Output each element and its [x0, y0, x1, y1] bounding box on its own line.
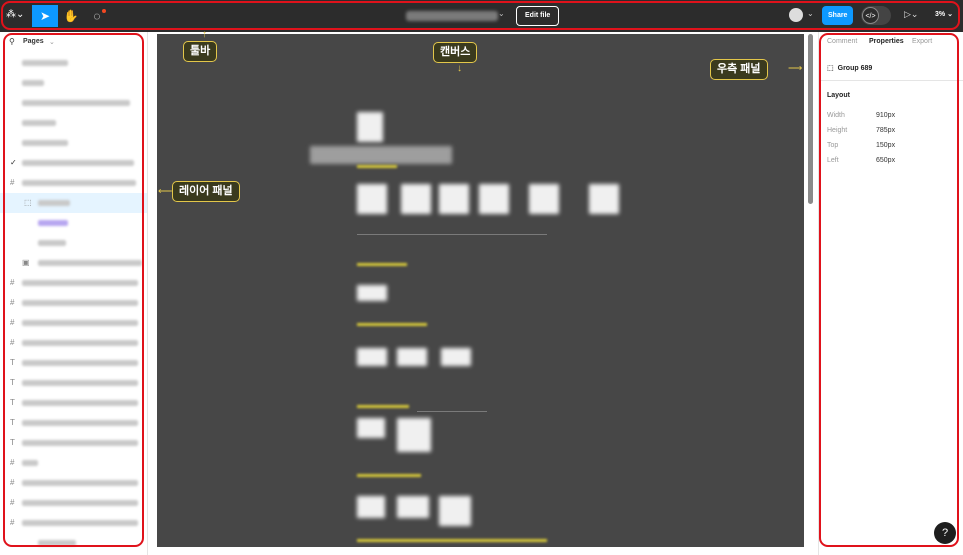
left-label: Left — [827, 157, 839, 164]
callout-toolbar: 툴바 — [183, 41, 218, 62]
layer-item[interactable]: T — [0, 413, 147, 433]
pages-header[interactable]: ⚲ Pages ⌄ — [0, 32, 147, 52]
layout-heading: Layout — [827, 92, 850, 99]
arrow-right-icon: ⟶ — [788, 63, 803, 74]
frame-icon: # — [10, 478, 15, 487]
page-item[interactable] — [0, 53, 147, 73]
callout-right-panel: 우측 패널 — [710, 59, 768, 80]
right-panel: Comment Properties Export ⬚ Group 689 Lay… — [818, 32, 963, 555]
frame-icon: # — [10, 338, 15, 347]
file-name[interactable] — [406, 11, 498, 21]
text-icon: T — [10, 358, 15, 367]
layer-item[interactable]: ▣ — [0, 253, 147, 273]
comment-tool-button[interactable]: ◌ — [84, 5, 110, 27]
group-icon: ⬚ — [24, 198, 32, 207]
layer-item[interactable]: T — [0, 373, 147, 393]
page-item[interactable] — [0, 133, 147, 153]
layer-item[interactable] — [0, 533, 147, 553]
layer-item[interactable] — [0, 233, 147, 253]
text-icon: T — [10, 398, 15, 407]
layer-item[interactable]: T — [0, 393, 147, 413]
layer-item[interactable]: T — [0, 353, 147, 373]
layer-item[interactable]: # — [0, 313, 147, 333]
toolbar: ⁂⌄ ➤ ✋ ◌ ⌄ Edit file ⌄ Share </> ▷⌄ 3% ⌄ — [0, 0, 963, 32]
layer-item[interactable]: # — [0, 293, 147, 313]
hand-tool-button[interactable]: ✋ — [58, 5, 84, 27]
group-icon: ⬚ — [827, 65, 834, 72]
page-item[interactable] — [0, 93, 147, 113]
tab-properties[interactable]: Properties — [869, 38, 904, 45]
comment-icon: ◌ — [93, 9, 101, 23]
hand-icon: ✋ — [63, 9, 79, 23]
layer-item[interactable]: # — [0, 333, 147, 353]
tab-comment[interactable]: Comment — [827, 38, 857, 45]
share-button[interactable]: Share — [822, 6, 854, 25]
help-button[interactable]: ? — [934, 522, 956, 544]
frame-icon: # — [10, 458, 15, 467]
height-label: Height — [827, 127, 848, 134]
layer-item[interactable]: # — [0, 173, 147, 193]
present-button[interactable]: ▷⌄ — [904, 9, 918, 20]
page-item-current[interactable]: ✓ — [0, 153, 147, 173]
avatar[interactable] — [789, 8, 803, 22]
width-label: Width — [827, 112, 845, 119]
page-item[interactable] — [0, 73, 147, 93]
frame-icon: # — [10, 278, 15, 287]
layer-item[interactable]: # — [0, 513, 147, 533]
width-value: 910px — [876, 112, 896, 119]
tab-export[interactable]: Export — [912, 38, 932, 45]
selection-name: ⬚ Group 689 — [827, 65, 873, 72]
canvas[interactable] — [157, 34, 804, 547]
frame-icon: # — [10, 518, 15, 527]
top-value: 150px — [876, 142, 896, 149]
top-label: Top — [827, 142, 839, 149]
text-icon: T — [10, 438, 15, 447]
arrow-up-icon: ↑ — [202, 29, 207, 40]
divider — [819, 80, 963, 81]
chevron-down-icon[interactable]: ⌄ — [807, 9, 814, 18]
height-value: 785px — [876, 127, 896, 134]
left-value: 650px — [876, 157, 896, 164]
chevron-down-icon: ⌄ — [49, 39, 55, 46]
pages-label: Pages — [23, 38, 44, 45]
code-icon: </> — [862, 7, 879, 24]
zoom-level[interactable]: 3% ⌄ — [935, 10, 953, 18]
layer-item[interactable]: # — [0, 453, 147, 473]
frame-icon: # — [10, 298, 15, 307]
page-item[interactable] — [0, 113, 147, 133]
cursor-icon: ➤ — [39, 9, 51, 23]
callout-layer-panel: 레이어 패널 — [172, 181, 240, 202]
layer-panel: ⚲ Pages ⌄ ✓ # ⬚ ▣ # # # # T T T T T # # … — [0, 32, 148, 555]
figma-menu-icon[interactable]: ⁂⌄ — [6, 9, 24, 20]
layer-item[interactable]: # — [0, 493, 147, 513]
check-icon: ✓ — [10, 158, 17, 167]
search-icon[interactable]: ⚲ — [9, 37, 15, 46]
frame-icon: # — [10, 498, 15, 507]
dev-mode-toggle[interactable]: </> — [861, 6, 891, 25]
panel-tabs: Comment Properties Export — [819, 38, 963, 50]
layer-item[interactable] — [0, 213, 147, 233]
layer-item[interactable]: # — [0, 473, 147, 493]
layer-item[interactable]: T — [0, 433, 147, 453]
edit-file-button[interactable]: Edit file — [516, 6, 560, 26]
layer-item[interactable]: # — [0, 273, 147, 293]
chevron-down-icon[interactable]: ⌄ — [498, 9, 505, 18]
frame-icon: # — [10, 178, 15, 187]
layer-item-selected[interactable]: ⬚ — [0, 193, 147, 213]
text-icon: T — [10, 418, 15, 427]
callout-canvas: 캔버스 — [433, 42, 478, 63]
text-icon: T — [10, 378, 15, 387]
move-tool-button[interactable]: ➤ — [32, 5, 58, 27]
frame-icon: # — [10, 318, 15, 327]
canvas-scrollbar[interactable] — [808, 34, 813, 204]
arrow-down-icon: ↓ — [457, 63, 462, 74]
image-icon: ▣ — [22, 258, 30, 267]
arrow-left-icon: ⟵ — [158, 186, 173, 197]
notification-dot — [102, 9, 106, 13]
